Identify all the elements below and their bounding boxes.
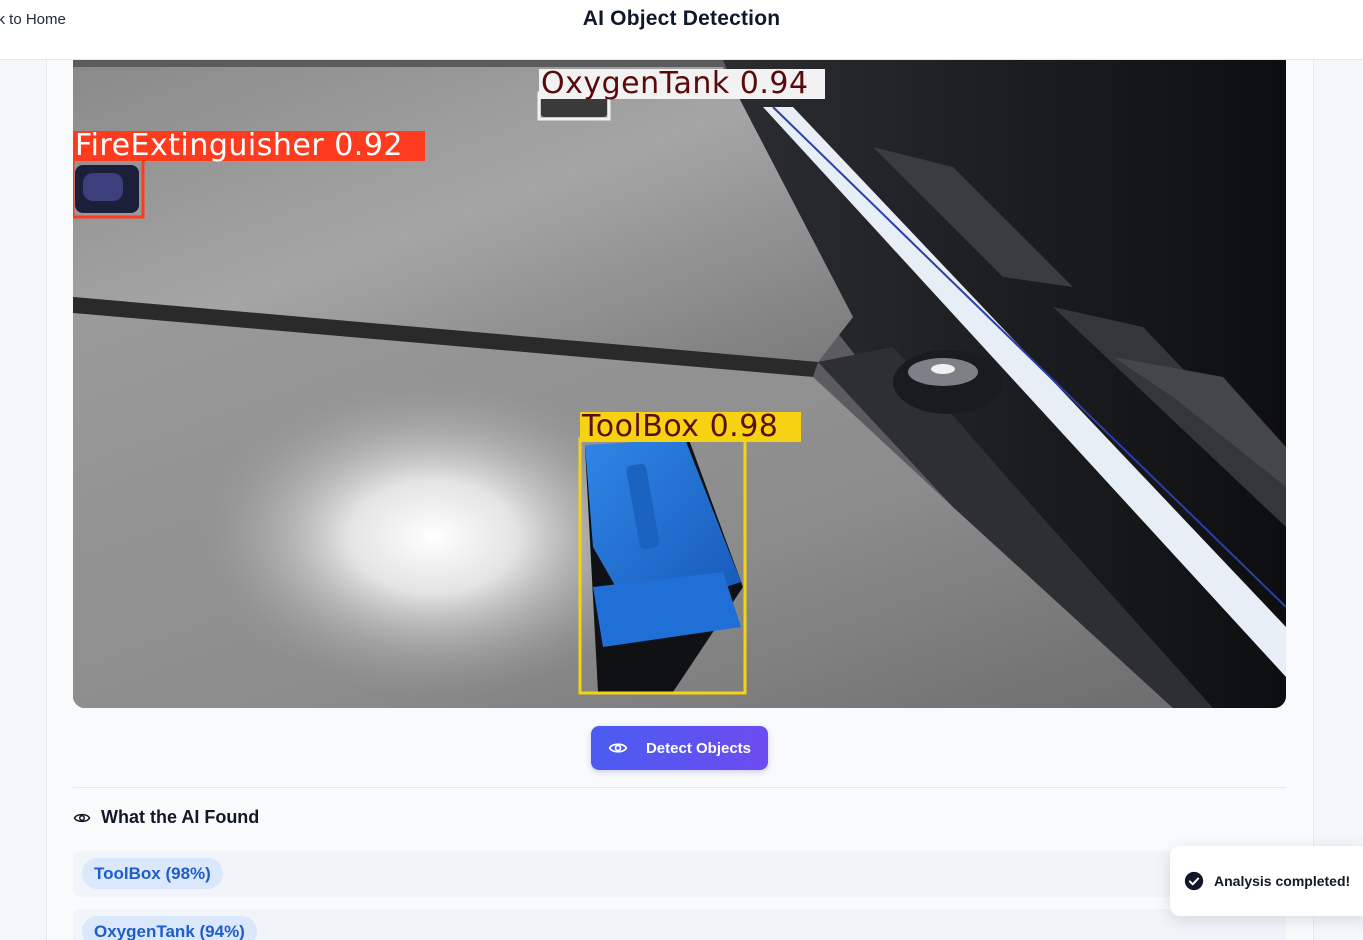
oxygen-tank-box-label: OxygenTank 0.94 (541, 66, 809, 101)
result-badge: ToolBox (98%) (82, 858, 223, 889)
toolbox-box-label: ToolBox 0.98 (582, 409, 779, 444)
fire-extinguisher-box-label: FireExtinguisher 0.92 (75, 128, 404, 163)
result-item: ToolBox (98%) (73, 851, 1286, 897)
result-badge: OxygenTank (94%) (82, 916, 257, 940)
eye-icon (73, 813, 91, 822)
detection-result-image: OxygenTank 0.94 FireExtinguisher 0.92 To… (73, 27, 1286, 708)
top-bar: ck to Home AI Object Detection (0, 0, 1363, 60)
check-circle-icon (1184, 871, 1204, 891)
toast-notification: Analysis completed! (1170, 846, 1363, 916)
page-title: AI Object Detection (582, 7, 781, 30)
results-heading-text: What the AI Found (101, 807, 260, 827)
detect-objects-label: Detect Objects (645, 739, 752, 757)
results-heading: What the AI Found (73, 807, 259, 828)
toast-message: Analysis completed! (1214, 873, 1351, 889)
eye-icon (608, 743, 628, 753)
result-item: OxygenTank (94%) (73, 909, 1286, 940)
detect-objects-button[interactable]: Detect Objects (591, 726, 768, 770)
section-divider (73, 787, 1286, 788)
